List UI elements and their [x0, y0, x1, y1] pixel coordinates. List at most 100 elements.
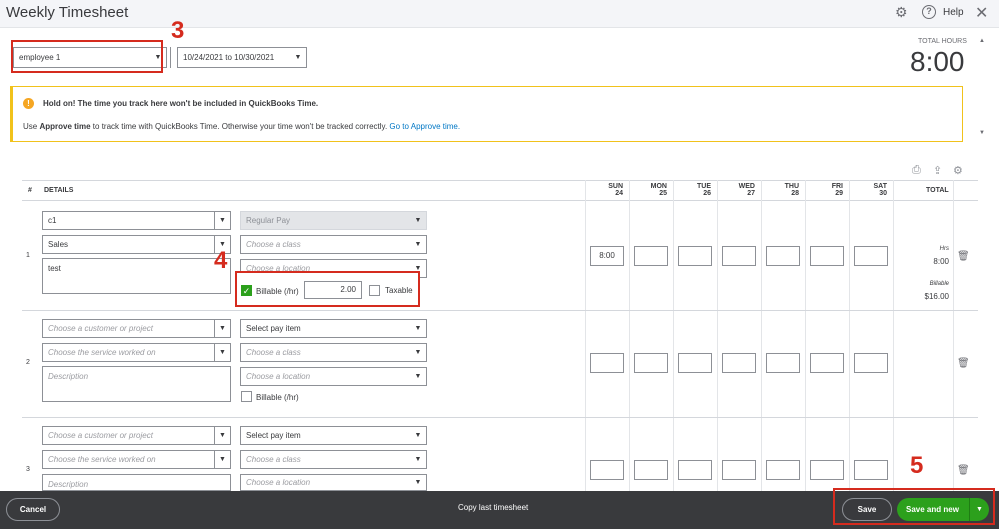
- hours-input-thu[interactable]: [766, 246, 800, 266]
- hours-input-sat[interactable]: [854, 246, 888, 266]
- annotation-box-5: [833, 488, 995, 525]
- pay-item-select[interactable]: Select pay item ▼: [240, 319, 427, 338]
- annotation-number-3: 3: [171, 17, 185, 44]
- service-select[interactable]: Sales ▼: [42, 235, 231, 254]
- chevron-down-icon: ▼: [214, 212, 230, 229]
- class-placeholder: Choose a class: [246, 348, 301, 357]
- customer-select[interactable]: Choose a customer or project ▼: [42, 426, 231, 445]
- hours-input-fri[interactable]: [810, 246, 844, 266]
- hours-input-sat[interactable]: [854, 353, 888, 373]
- column-total-header: TOTAL: [926, 187, 949, 194]
- hours-input-wed[interactable]: [722, 353, 756, 373]
- hours-input-mon[interactable]: [634, 460, 668, 480]
- description-field[interactable]: Description: [42, 366, 231, 402]
- warning-bold: Approve time: [39, 122, 91, 131]
- hours-input-tue[interactable]: [678, 353, 712, 373]
- approve-time-link[interactable]: Go to Approve time.: [389, 122, 460, 131]
- hours-input-fri[interactable]: [810, 353, 844, 373]
- customer-value: c1: [48, 216, 57, 225]
- pay-item-select: Regular Pay ▼: [240, 211, 427, 230]
- scrollbar[interactable]: ▲ ▼: [977, 38, 987, 143]
- service-select[interactable]: Choose the service worked on ▼: [42, 450, 231, 469]
- row-number: 3: [26, 466, 30, 473]
- chevron-down-icon: ▼: [214, 344, 230, 361]
- warning-banner: ! Hold on! The time you track here won't…: [10, 86, 963, 142]
- hours-input-mon[interactable]: [634, 353, 668, 373]
- copy-last-timesheet-link[interactable]: Copy last timesheet: [458, 503, 528, 512]
- pay-item-select[interactable]: Select pay item ▼: [240, 426, 427, 445]
- row-divider: [22, 310, 978, 311]
- hours-input-sat[interactable]: [854, 460, 888, 480]
- column-number-header: #: [28, 187, 32, 194]
- chevron-down-icon: ▼: [294, 54, 302, 61]
- hours-input-tue[interactable]: [678, 246, 712, 266]
- annotation-number-4: 4: [214, 247, 228, 274]
- cancel-button[interactable]: Cancel: [6, 498, 60, 521]
- hrs-label: Hrs: [939, 246, 949, 252]
- service-placeholder: Choose the service worked on: [48, 348, 156, 357]
- hours-input-fri[interactable]: [810, 460, 844, 480]
- chevron-down-icon: ▼: [414, 456, 422, 463]
- delete-row-icon[interactable]: 🗑: [957, 251, 970, 262]
- billable-checkbox[interactable]: ✓: [241, 285, 252, 296]
- column-divider: [893, 180, 894, 491]
- class-select[interactable]: Choose a class ▼: [240, 450, 427, 469]
- customer-placeholder: Choose a customer or project: [48, 324, 153, 333]
- date-range-value: 10/24/2021 to 10/30/2021: [183, 53, 275, 62]
- column-divider: [953, 180, 954, 491]
- chevron-down-icon: ▼: [214, 320, 230, 337]
- customer-select[interactable]: Choose a customer or project ▼: [42, 319, 231, 338]
- billable-label: Billable (/hr): [256, 393, 299, 402]
- hours-input-thu[interactable]: [766, 353, 800, 373]
- scroll-down-icon[interactable]: ▼: [977, 130, 987, 136]
- delete-row-icon[interactable]: 🗑: [957, 465, 970, 476]
- warning-title: Hold on! The time you track here won't b…: [43, 99, 319, 108]
- class-select[interactable]: Choose a class ▼: [240, 235, 427, 254]
- hours-input-thu[interactable]: [766, 460, 800, 480]
- row-number: 1: [26, 252, 30, 259]
- billable-rate-input[interactable]: 2.00: [304, 281, 362, 299]
- location-select[interactable]: Choose a location ▼: [240, 367, 427, 386]
- hours-input-mon[interactable]: [634, 246, 668, 266]
- customer-select[interactable]: c1 ▼: [42, 211, 231, 230]
- filter-divider: [170, 47, 171, 68]
- table-settings-icon[interactable]: ⚙: [953, 164, 963, 177]
- hours-input-tue[interactable]: [678, 460, 712, 480]
- service-select[interactable]: Choose the service worked on ▼: [42, 343, 231, 362]
- pay-item-value: Regular Pay: [246, 216, 291, 225]
- taxable-label: Taxable: [385, 286, 413, 295]
- column-divider: [849, 180, 850, 491]
- pay-item-value: Select pay item: [246, 324, 301, 333]
- column-details-header: DETAILS: [44, 187, 74, 194]
- export-icon[interactable]: ⇪: [933, 164, 942, 177]
- chevron-down-icon: ▼: [414, 373, 422, 380]
- hours-input-wed[interactable]: [722, 246, 756, 266]
- description-field[interactable]: Description: [42, 474, 231, 491]
- column-divider: [761, 180, 762, 491]
- class-placeholder: Choose a class: [246, 240, 301, 249]
- hours-input-sun[interactable]: [590, 460, 624, 480]
- column-divider: [805, 180, 806, 491]
- class-select[interactable]: Choose a class ▼: [240, 343, 427, 362]
- print-icon[interactable]: ⎙: [912, 164, 921, 177]
- close-icon[interactable]: ✕: [975, 3, 988, 23]
- chevron-down-icon: ▼: [414, 432, 422, 439]
- description-field[interactable]: test: [42, 258, 231, 294]
- settings-icon[interactable]: ⚙: [895, 4, 908, 21]
- hours-input-sun[interactable]: 8:00: [590, 246, 624, 266]
- hours-input-sun[interactable]: [590, 353, 624, 373]
- help-label[interactable]: Help: [943, 7, 964, 18]
- delete-row-icon[interactable]: 🗑: [957, 358, 970, 369]
- annotation-box-3: [11, 40, 163, 73]
- chevron-down-icon: ▼: [414, 325, 422, 332]
- hours-input-wed[interactable]: [722, 460, 756, 480]
- scroll-up-icon[interactable]: ▲: [977, 38, 987, 44]
- billable-checkbox[interactable]: [241, 391, 252, 402]
- taxable-checkbox[interactable]: [369, 285, 380, 296]
- location-select[interactable]: Choose a location ▼: [240, 474, 427, 491]
- help-icon[interactable]: ?: [922, 5, 936, 19]
- date-range-select[interactable]: 10/24/2021 to 10/30/2021 ▼: [177, 47, 307, 68]
- column-divider: [629, 180, 630, 491]
- class-placeholder: Choose a class: [246, 455, 301, 464]
- billable-total-value: $16.00: [924, 292, 949, 301]
